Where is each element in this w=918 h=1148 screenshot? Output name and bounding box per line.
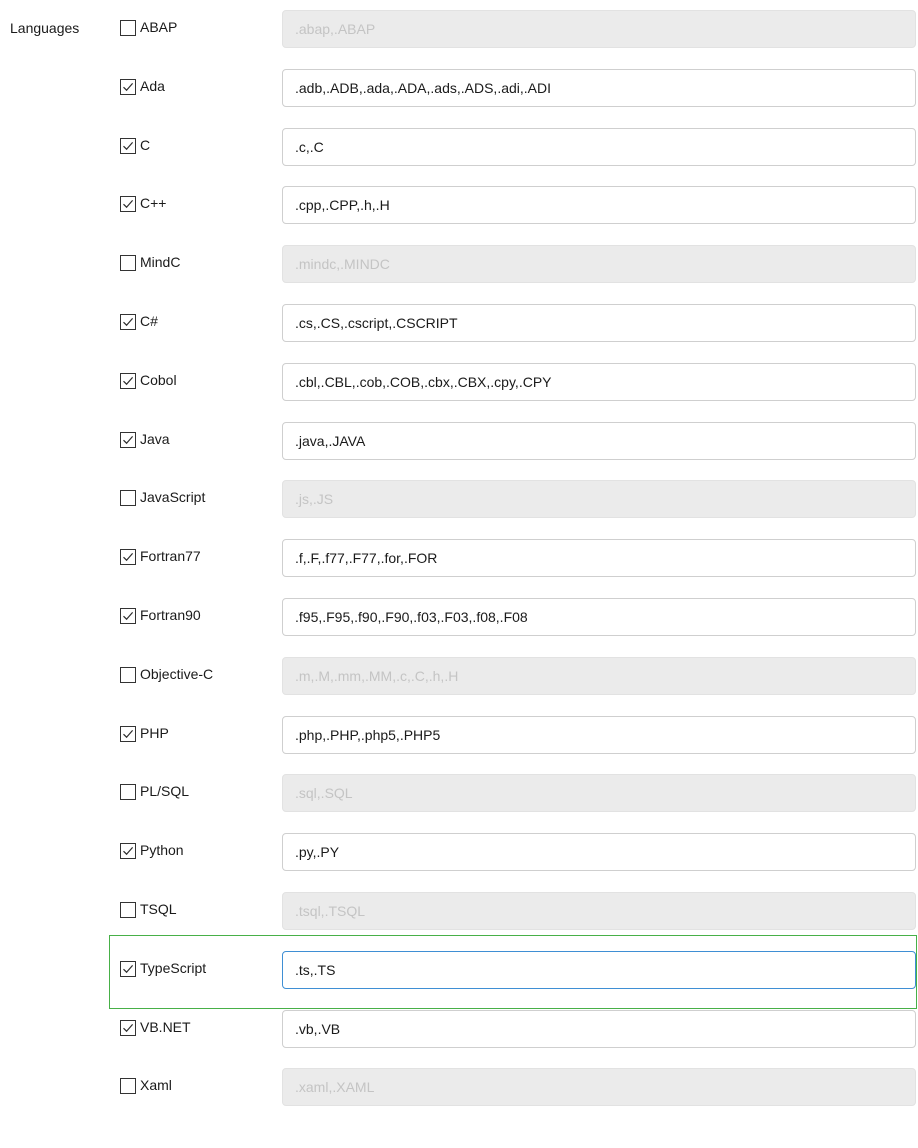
language-row-ada: Ada <box>0 59 918 119</box>
checkbox-python[interactable] <box>120 843 136 860</box>
extensions-input-ada[interactable] <box>282 68 916 107</box>
checkbox-c[interactable] <box>120 137 136 154</box>
extensions-input-python[interactable] <box>282 833 916 872</box>
language-row-cplusplus: C++ <box>0 176 918 236</box>
language-row-pl-sql: PL/SQL <box>0 764 918 824</box>
language-row-javascript: JavaScript <box>0 470 918 530</box>
language-label-ada: Ada <box>140 77 165 94</box>
checkmark-icon <box>123 553 134 562</box>
language-row-typescript: TypeScript <box>0 941 918 1001</box>
extensions-input-typescript[interactable] <box>282 950 916 989</box>
checkmark-icon <box>123 318 134 327</box>
checkbox-typescript[interactable] <box>120 960 136 977</box>
language-row-csharp: C# <box>0 294 918 354</box>
checkbox-ada[interactable] <box>120 78 136 95</box>
checkbox-javascript[interactable] <box>120 490 136 507</box>
extensions-input-csharp[interactable] <box>282 304 916 342</box>
checkbox-xaml[interactable] <box>120 1078 136 1095</box>
extensions-input-cobol[interactable] <box>282 362 916 401</box>
language-row-mindc: MindC <box>0 235 918 295</box>
language-label-cplusplus: C++ <box>140 195 167 212</box>
language-row-fortran77: Fortran77 <box>0 529 918 589</box>
language-label-java: Java <box>140 430 170 447</box>
extensions-input-java[interactable] <box>282 421 916 460</box>
language-label-objective-c: Objective-C <box>140 665 214 682</box>
checkbox-csharp[interactable] <box>120 314 136 330</box>
language-row-objective-c: Objective-C <box>0 647 918 707</box>
language-label-vb-net: VB.NET <box>140 1018 191 1035</box>
checkmark-icon <box>123 141 134 150</box>
language-label-xaml: Xaml <box>140 1077 172 1094</box>
checkbox-abap[interactable] <box>120 20 136 36</box>
language-label-pl-sql: PL/SQL <box>140 783 190 800</box>
language-label-csharp: C# <box>140 313 158 329</box>
extensions-input-cplusplus[interactable] <box>282 186 916 225</box>
language-label-typescript: TypeScript <box>140 959 207 976</box>
extensions-input-xaml[interactable] <box>282 1068 916 1107</box>
language-row-c: C <box>0 118 918 178</box>
checkbox-php[interactable] <box>120 725 136 742</box>
checkbox-cplusplus[interactable] <box>120 196 136 213</box>
extensions-input-javascript[interactable] <box>282 480 916 519</box>
extensions-input-vb-net[interactable] <box>282 1009 916 1048</box>
language-row-php: PHP <box>0 706 918 766</box>
language-label-javascript: JavaScript <box>140 489 206 506</box>
language-label-fortran90: Fortran90 <box>140 607 201 623</box>
language-row-vb-net: VB.NET <box>0 1000 918 1060</box>
extensions-input-fortran90[interactable] <box>282 598 916 636</box>
extensions-input-php[interactable] <box>282 715 916 754</box>
language-row-fortran90: Fortran90 <box>0 588 918 648</box>
checkbox-objective-c[interactable] <box>120 666 136 683</box>
checkmark-icon <box>123 1023 134 1032</box>
language-row-xaml: Xaml <box>0 1058 918 1118</box>
language-row-tsql: TSQL <box>0 882 918 942</box>
language-label-php: PHP <box>140 724 169 741</box>
extensions-input-mindc[interactable] <box>282 245 916 284</box>
checkbox-fortran77[interactable] <box>120 549 136 566</box>
language-label-tsql: TSQL <box>140 901 177 917</box>
extensions-input-fortran77[interactable] <box>282 539 916 578</box>
language-label-abap: ABAP <box>140 19 178 35</box>
checkbox-cobol[interactable] <box>120 372 136 389</box>
extensions-input-tsql[interactable] <box>282 892 916 930</box>
checkmark-icon <box>123 376 134 385</box>
checkmark-icon <box>123 82 134 91</box>
checkbox-mindc[interactable] <box>120 255 136 272</box>
checkmark-icon <box>123 435 134 444</box>
language-row-python: Python <box>0 823 918 883</box>
language-row-cobol: Cobol <box>0 353 918 413</box>
extensions-input-c[interactable] <box>282 127 916 166</box>
language-row-abap: ABAP <box>0 0 918 60</box>
language-label-mindc: MindC <box>140 254 181 271</box>
checkmark-icon <box>123 729 134 738</box>
checkmark-icon <box>123 200 134 209</box>
extensions-input-objective-c[interactable] <box>282 656 916 695</box>
extensions-input-pl-sql[interactable] <box>282 774 916 813</box>
language-label-cobol: Cobol <box>140 371 177 388</box>
language-row-java: Java <box>0 412 918 472</box>
extensions-input-abap[interactable] <box>282 10 916 48</box>
checkmark-icon <box>123 964 134 973</box>
checkbox-fortran90[interactable] <box>120 608 136 624</box>
language-label-fortran77: Fortran77 <box>140 548 201 565</box>
checkmark-icon <box>123 847 134 856</box>
checkbox-java[interactable] <box>120 431 136 448</box>
checkbox-vb-net[interactable] <box>120 1019 136 1036</box>
language-label-c: C <box>140 136 151 153</box>
checkbox-tsql[interactable] <box>120 902 136 918</box>
language-label-python: Python <box>140 842 184 859</box>
checkbox-pl-sql[interactable] <box>120 784 136 801</box>
checkmark-icon <box>123 612 134 621</box>
